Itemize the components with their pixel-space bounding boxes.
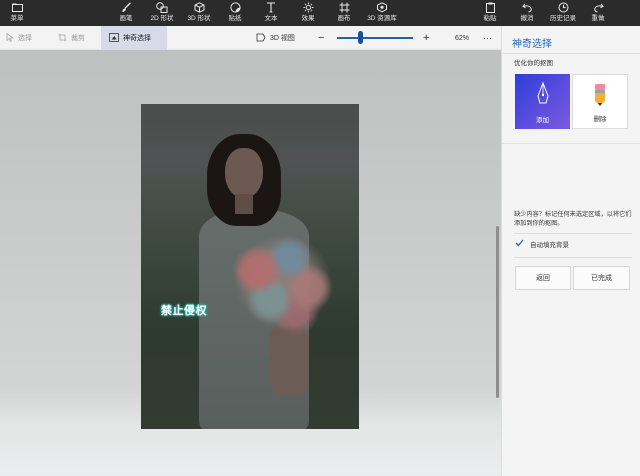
effects-label: 效果 [301,15,315,22]
paste-label: 粘贴 [483,15,497,22]
magic-select-panel: 神奇选择 优化你的抠图 添加 删除 缺少内容？标记任何未选定区域，以将它们添加到… [501,26,640,476]
panel-subtitle: 优化你的抠图 [514,60,553,67]
magic-select-button[interactable]: 神奇选择 [101,26,167,50]
bouquet-shape [219,222,347,342]
undo-icon [520,1,534,14]
view3d-button[interactable]: 3D 视图 [256,26,295,50]
add-tool-button[interactable]: 添加 [515,74,570,129]
shapes-2d-icon [155,1,169,14]
more-icon: ··· [483,33,492,43]
minus-icon: − [318,32,325,44]
view3d-label: 3D 视图 [270,35,295,42]
undo-label: 撤消 [520,15,534,22]
brush-label: 画笔 [119,15,133,22]
library3d-button[interactable]: 3D 资源库 [364,1,400,25]
menu-label: 菜单 [10,15,24,22]
library-3d-icon [375,1,389,14]
panel-note: 缺少内容？标记任何未选定区域，以将它们添加到你的抠图。 [514,211,632,227]
sticker-icon [228,1,242,14]
magic-select-label: 神奇选择 [123,35,151,42]
shapes3d-button[interactable]: 3D 形状 [184,1,214,25]
paste-icon [483,1,497,14]
magic-select-icon [109,32,119,44]
photo-image[interactable]: 禁止侵权 [141,104,359,429]
clock-icon [556,1,570,14]
paste-button[interactable]: 粘贴 [479,1,501,25]
zoom-level: 62% [455,26,469,50]
zoom-level-text: 62% [455,34,470,42]
remove-tool-button[interactable]: 删除 [572,74,628,129]
zoom-in-button[interactable]: + [423,26,429,50]
autofill-label: 自动填充背景 [530,242,569,249]
back-button[interactable]: 返回 [515,266,571,290]
zoom-slider-track [337,37,413,39]
text-icon [264,1,278,14]
zoom-slider[interactable] [337,26,413,50]
history-label: 历史记录 [550,15,576,22]
canvas-icon [337,1,351,14]
plus-icon: + [423,32,430,44]
redo-icon [591,1,605,14]
remove-tool-label: 删除 [593,116,607,123]
zoom-out-button[interactable]: − [318,26,324,50]
zoom-slider-thumb[interactable] [358,31,363,44]
text-button[interactable]: 文本 [260,1,282,25]
divider [502,143,640,144]
canvas-button[interactable]: 画布 [333,1,355,25]
cursor-icon [6,32,15,44]
crop-button[interactable]: 裁剪 [58,26,85,50]
crop-icon [58,33,67,44]
vertical-scrollbar[interactable] [496,226,499,398]
sub-toolbar: 选择 裁剪 神奇选择 3D 视图 − + 62% ··· [0,26,501,50]
pen-icon [536,81,550,106]
canvas-label: 画布 [337,15,351,22]
panel-title: 神奇选择 [512,39,552,50]
autofill-checkbox[interactable]: 自动填充背景 [515,239,569,249]
done-button[interactable]: 已完成 [573,266,630,290]
library3d-label: 3D 资源库 [367,15,397,22]
checkmark-icon [515,239,524,249]
crop-label: 裁剪 [71,35,85,42]
sun-icon [301,1,315,14]
cube-icon [192,1,206,14]
sticker-button[interactable]: 贴纸 [224,1,246,25]
brush-button[interactable]: 画笔 [115,1,137,25]
shapes2d-button[interactable]: 2D 形状 [147,1,177,25]
select-label: 选择 [18,35,32,42]
select-button[interactable]: 选择 [6,26,32,50]
more-button[interactable]: ··· [483,26,492,50]
divider [514,233,632,234]
view-3d-icon [256,33,266,44]
history-button[interactable]: 历史记录 [547,1,579,25]
watermark-text: 禁止侵权 [161,305,207,317]
redo-label: 重做 [591,15,605,22]
menu-button[interactable]: 菜单 [6,1,28,25]
effects-button[interactable]: 效果 [297,1,319,25]
folder-icon [10,1,24,14]
text-label: 文本 [264,15,278,22]
shapes2d-label: 2D 形状 [150,15,174,22]
brush-icon [119,1,133,14]
divider [502,53,640,54]
add-tool-label: 添加 [536,117,549,124]
sticker-label: 贴纸 [228,15,242,22]
shapes3d-label: 3D 形状 [187,15,211,22]
neck-shape [235,194,253,214]
face-shape [225,148,263,198]
redo-button[interactable]: 重做 [588,1,608,25]
undo-button[interactable]: 撤消 [517,1,537,25]
top-ribbon: 菜单 画笔 2D 形状 3D 形状 贴纸 文本 效果 画布 3D 资源库 粘贴 … [0,0,640,26]
divider [514,257,632,258]
eraser-icon [593,83,607,109]
